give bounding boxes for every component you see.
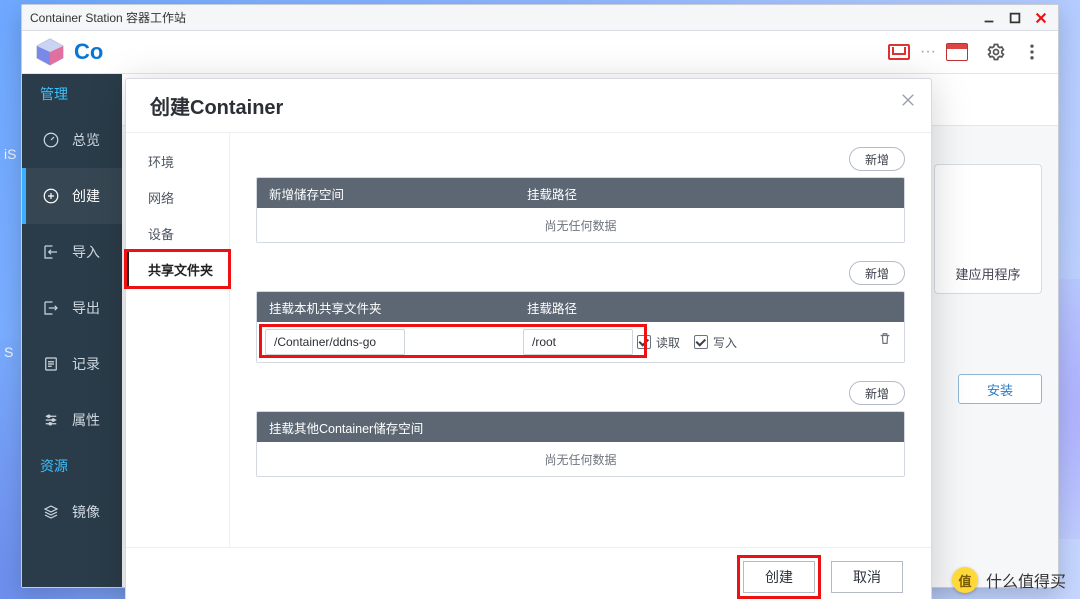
app-window: Container Station 容器工作站 Co ··· [21,4,1059,588]
app-side-nav: 管理 总览 创建 导入 导出 记录 属性 [22,74,122,587]
modal-header: 创建Container [126,79,931,133]
watermark-text: 什么值得买 [986,568,1066,592]
modal-title: 创建Container [150,91,283,120]
nav-label: 创建 [72,186,100,206]
add-new-storage-button[interactable]: 新增 [849,147,905,171]
tile-label: 建应用程序 [955,264,1020,283]
nav-item-import[interactable]: 导入 [22,224,122,280]
nav-label: 记录 [72,354,100,374]
import-icon [40,241,62,263]
delete-row-button[interactable] [878,332,894,348]
nav-item-overview[interactable]: 总览 [22,112,122,168]
write-label: 写入 [713,334,737,351]
create-button[interactable]: 创建 [743,561,815,593]
calendar-icon[interactable] [946,43,968,61]
cancel-button[interactable]: 取消 [831,561,903,593]
install-label: 安装 [987,380,1013,399]
col-other-storage: 挂载其他Container储存空间 [257,412,904,442]
col-mount-path: 挂载路径 [515,178,904,208]
nav-section-manage: 管理 [22,76,122,112]
sliders-icon [40,409,62,431]
checkbox-icon [637,335,651,349]
mail-icon[interactable] [888,44,910,60]
window-titlebar: Container Station 容器工作站 [22,5,1058,31]
modal-tab-list: 环境 网络 设备 共享文件夹 [126,133,230,547]
gauge-icon [40,129,62,151]
modal-footer: 创建 取消 [126,547,931,599]
window-minimize-button[interactable] [978,9,1000,27]
modal-main: 新增 新增储存空间 挂载路径 尚无任何数据 新增 [230,133,931,547]
nav-item-images[interactable]: 镜像 [22,484,122,540]
read-label: 读取 [656,334,680,351]
stack-icon [40,501,62,523]
col-host-share: 挂载本机共享文件夹 [257,292,515,322]
document-lines-icon [40,353,62,375]
app-logo-icon [34,36,66,68]
other-container-storage-table: 挂载其他Container储存空间 尚无任何数据 [256,411,905,477]
table-header: 挂载本机共享文件夹 挂载路径 [257,292,904,322]
checkbox-icon [694,335,708,349]
add-other-storage-button[interactable]: 新增 [849,381,905,405]
export-icon [40,297,62,319]
settings-gear-icon[interactable] [982,38,1010,66]
install-button[interactable]: 安装 [958,374,1042,404]
watermark: 值 什么值得买 [952,567,1066,593]
nav-label: 属性 [72,410,100,430]
nav-item-export[interactable]: 导出 [22,280,122,336]
window-maximize-button[interactable] [1004,9,1026,27]
new-storage-table: 新增储存空间 挂载路径 尚无任何数据 [256,177,905,243]
nav-item-properties[interactable]: 属性 [22,392,122,448]
host-path-input[interactable] [265,329,405,355]
plus-circle-icon [40,185,62,207]
nav-label: 导入 [72,242,100,262]
modal-tab-env[interactable]: 环境 [126,143,229,179]
modal-tab-network[interactable]: 网络 [126,179,229,215]
write-checkbox[interactable]: 写入 [694,334,737,351]
nav-item-logs[interactable]: 记录 [22,336,122,392]
nav-section-resources: 资源 [22,448,122,484]
recommended-app-tile[interactable]: 建应用程序 [934,164,1042,294]
nav-item-create[interactable]: 创建 [22,168,122,224]
empty-row: 尚无任何数据 [257,442,904,476]
more-menu-icon[interactable] [1018,38,1046,66]
modal-close-button[interactable] [897,89,919,111]
window-close-button[interactable] [1030,9,1052,27]
app-chrome-bar: Co ··· [22,31,1058,74]
modal-tab-shared-folders[interactable]: 共享文件夹 [126,251,229,287]
nav-label: 导出 [72,298,100,318]
mount-path-input[interactable] [523,329,633,355]
empty-row: 尚无任何数据 [257,208,904,242]
create-container-modal: 创建Container 环境 网络 设备 共享文件夹 [125,78,932,599]
table-header: 挂载其他Container储存空间 [257,412,904,442]
col-new-storage: 新增储存空间 [257,178,515,208]
app-name-fragment: Co [74,39,103,65]
watermark-badge: 值 [952,567,978,593]
host-share-table: 挂载本机共享文件夹 挂载路径 [256,291,905,363]
nav-label: 总览 [72,130,100,150]
table-header: 新增储存空间 挂载路径 [257,178,904,208]
col-mount-path: 挂载路径 [515,292,904,322]
notification-tray: ··· [888,43,968,61]
window-title: Container Station 容器工作站 [30,9,186,26]
nav-label: 镜像 [72,502,100,522]
read-checkbox[interactable]: 读取 [637,334,680,351]
add-host-share-button[interactable]: 新增 [849,261,905,285]
modal-tab-device[interactable]: 设备 [126,215,229,251]
table-row: 读取 写入 [257,322,904,362]
